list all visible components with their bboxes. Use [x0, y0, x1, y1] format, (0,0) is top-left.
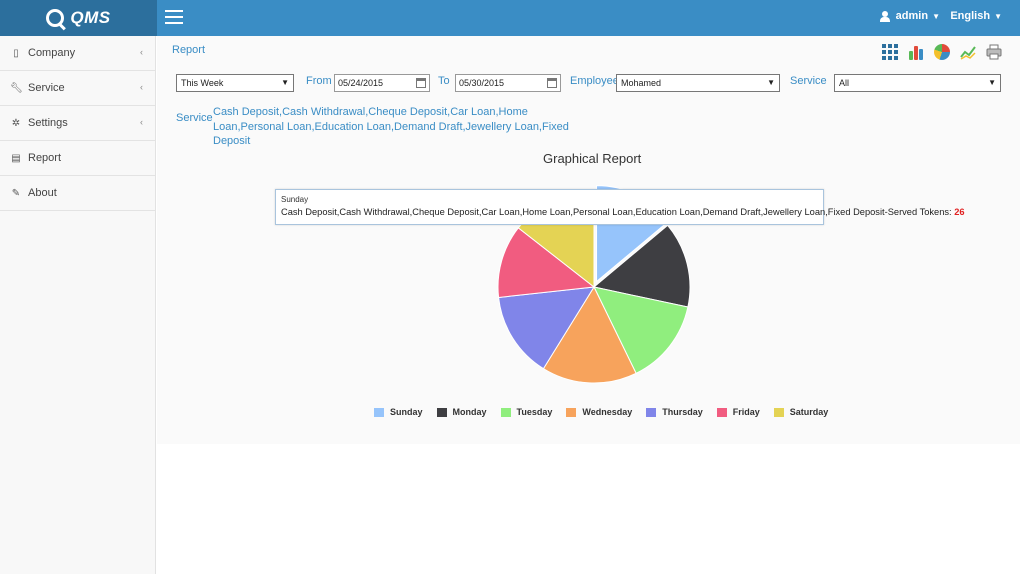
sidebar-item-service[interactable]: 🔧︎ Service ‹	[0, 71, 155, 106]
service-select[interactable]: All ▼	[834, 74, 1001, 92]
legend-swatch	[500, 407, 511, 417]
select-arrow-icon: ▼	[988, 78, 996, 87]
legend-swatch	[374, 407, 384, 417]
legend-swatch	[773, 407, 784, 417]
wrench-icon: 🔧︎	[10, 82, 23, 94]
brand-logo[interactable]: QMS	[0, 0, 157, 36]
pie-chart-icon[interactable]	[934, 44, 950, 60]
to-label: To	[438, 75, 450, 87]
tooltip-text: Cash Deposit,Cash Withdrawal,Cheque Depo…	[281, 207, 955, 217]
caret-down-icon: ▼	[994, 12, 1002, 21]
legend-label: Friday	[732, 407, 760, 417]
tooltip-value: 26	[954, 207, 965, 217]
from-date-value: 05/24/2015	[338, 78, 384, 88]
calendar-icon[interactable]	[416, 78, 426, 88]
select-arrow-icon: ▼	[281, 78, 289, 87]
employee-select[interactable]: Mohamed ▼	[616, 74, 780, 92]
service-summary-text: Cash Deposit,Cash Withdrawal,Cheque Depo…	[213, 106, 569, 147]
grid-icon[interactable]	[882, 44, 898, 60]
caret-down-icon: ▼	[932, 11, 940, 21]
user-icon	[879, 10, 890, 22]
gear-icon: ✲	[11, 117, 21, 129]
select-arrow-icon: ▼	[767, 78, 775, 87]
legend-label: Saturday	[789, 407, 829, 417]
chart-tooltip: Sunday Cash Deposit,Cash Withdrawal,Cheq…	[275, 189, 965, 225]
legend-label: Tuesday	[516, 407, 553, 417]
menu-toggle-icon[interactable]	[165, 10, 183, 24]
legend-label: Wednesday	[582, 407, 633, 417]
legend-label: Thursday	[662, 407, 703, 417]
line-chart-icon[interactable]	[960, 44, 976, 60]
edit-icon: ✎	[11, 187, 21, 199]
language-label: English	[950, 10, 991, 22]
legend-item-tuesday[interactable]: Tuesday	[500, 407, 553, 417]
legend-item-monday[interactable]: Monday	[436, 407, 487, 417]
legend-swatch	[566, 407, 577, 417]
sidebar-item-label: Service	[28, 82, 65, 94]
logo-text: QMS	[70, 8, 111, 27]
sidebar-item-label: Settings	[28, 117, 68, 129]
top-navbar: admin ▼ English ▼	[157, 0, 1020, 36]
chevron-left-icon: ‹	[140, 47, 143, 57]
chart-title: Graphical Report	[543, 151, 642, 166]
report-panel: Report This Week ▼ From 05/24/2015 To 05…	[157, 36, 1020, 444]
tooltip-category: Sunday	[281, 195, 309, 204]
chevron-left-icon: ‹	[140, 82, 143, 92]
service-summary-label: Service	[176, 112, 213, 124]
chart-legend: Sunday Monday Tuesday Wednesday Thursday Frid…	[374, 407, 842, 417]
calendar-icon[interactable]	[547, 78, 557, 88]
sidebar-item-company[interactable]: ▯ Company ‹	[0, 36, 155, 71]
legend-item-saturday[interactable]: Saturday	[773, 407, 829, 417]
sidebar-item-settings[interactable]: ✲ Settings ‹	[0, 106, 155, 141]
legend-swatch	[436, 407, 447, 417]
bar-chart-icon[interactable]	[908, 44, 924, 60]
service-filter-label: Service	[790, 75, 827, 87]
legend-item-thursday[interactable]: Thursday	[646, 407, 703, 417]
user-name: admin	[895, 10, 929, 22]
user-menu[interactable]: admin ▼	[879, 10, 940, 22]
building-icon: ▯	[13, 47, 19, 59]
sidebar-item-about[interactable]: ✎ About	[0, 176, 155, 211]
filter-bar: This Week ▼ From 05/24/2015 To 05/30/201…	[176, 74, 1006, 94]
from-label: From	[306, 75, 332, 87]
employee-select-value: Mohamed	[621, 78, 662, 88]
service-select-value: All	[839, 78, 850, 88]
employee-label: Employee	[570, 75, 619, 87]
period-select-value: This Week	[181, 78, 224, 88]
sidebar-item-label: About	[28, 187, 57, 199]
to-date-value: 05/30/2015	[459, 78, 505, 88]
logo-q-icon	[46, 9, 65, 27]
legend-item-wednesday[interactable]: Wednesday	[566, 407, 632, 417]
page-title: Report	[172, 44, 206, 56]
legend-label: Sunday	[390, 407, 423, 417]
document-icon: ▤	[11, 152, 21, 164]
sidebar: ▯ Company ‹ 🔧︎ Service ‹ ✲ Settings ‹ ▤ …	[0, 36, 156, 574]
chevron-left-icon: ‹	[140, 117, 143, 127]
from-date-input[interactable]: 05/24/2015	[334, 74, 430, 92]
period-select[interactable]: This Week ▼	[176, 74, 294, 92]
sidebar-item-label: Company	[28, 47, 76, 59]
tooltip-body: Cash Deposit,Cash Withdrawal,Cheque Depo…	[281, 207, 965, 217]
legend-swatch	[716, 407, 727, 417]
to-date-input[interactable]: 05/30/2015	[455, 74, 561, 92]
legend-item-friday[interactable]: Friday	[716, 407, 760, 417]
print-icon[interactable]	[986, 44, 1002, 60]
report-toolbar	[882, 44, 1002, 60]
legend-swatch	[646, 407, 657, 417]
legend-item-sunday[interactable]: Sunday	[374, 407, 423, 417]
sidebar-item-report[interactable]: ▤ Report	[0, 141, 155, 176]
legend-label: Monday	[452, 407, 487, 417]
sidebar-item-label: Report	[28, 152, 62, 164]
language-menu[interactable]: English ▼	[950, 10, 1002, 22]
